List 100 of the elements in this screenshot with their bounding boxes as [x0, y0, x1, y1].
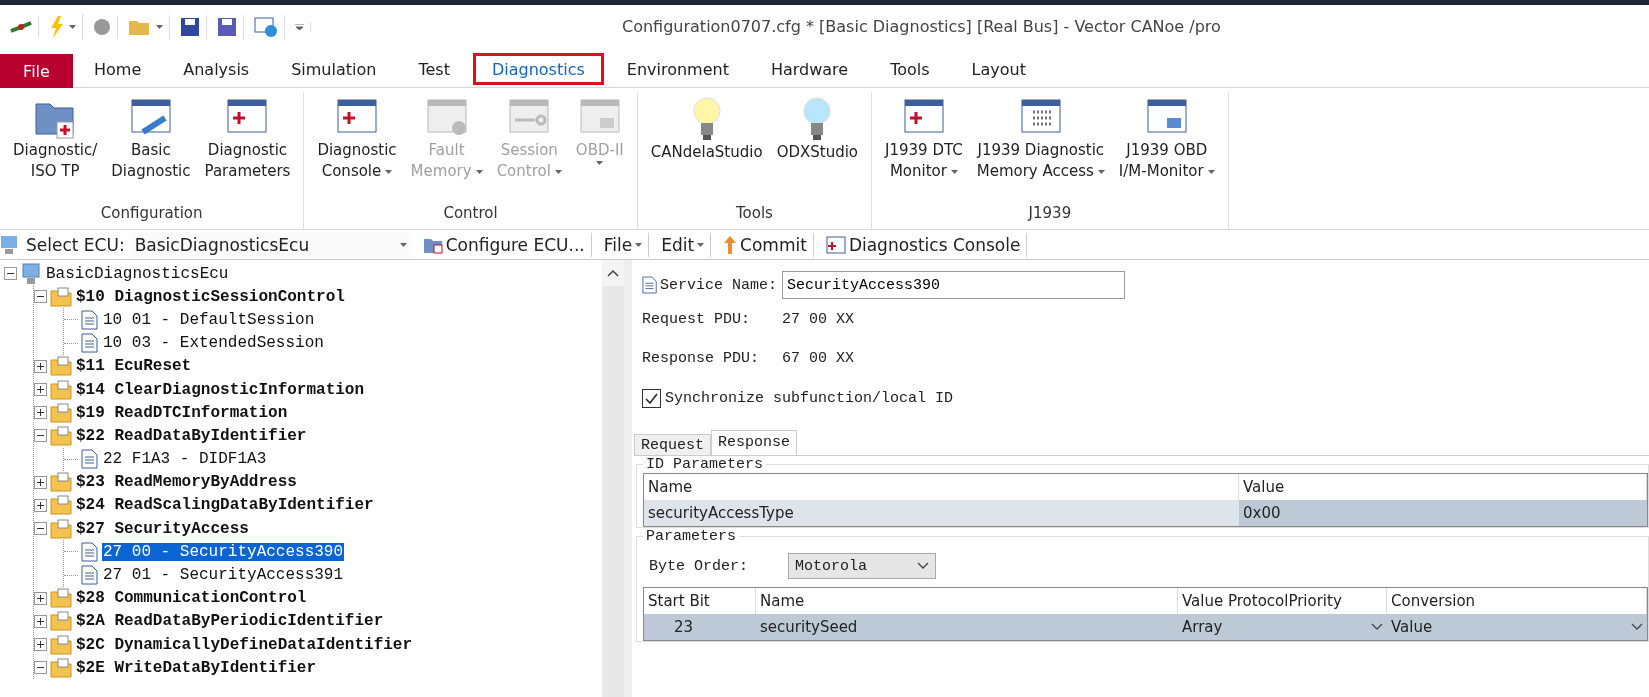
tree-item[interactable]: $23 ReadMemoryByAddress	[75, 473, 298, 492]
pdu-value: 67 00 XX	[782, 350, 854, 367]
expand-icon[interactable]	[34, 475, 47, 489]
caret-icon	[156, 24, 163, 29]
ribbon-tab[interactable]: Tools	[871, 53, 949, 85]
ribbon-button[interactable]: J1939 DTC Monitor	[878, 92, 970, 199]
tab[interactable]: Request	[634, 434, 711, 455]
tree-item[interactable]: BasicDiagnosticsEcu	[45, 264, 230, 283]
table-cell: securitySeed	[756, 614, 1178, 640]
expand-icon[interactable]	[34, 614, 47, 628]
folder-icon	[50, 657, 72, 678]
check-icon	[645, 392, 658, 404]
collapse-icon[interactable]	[34, 661, 47, 675]
toolbar-button[interactable]: Configure ECU...	[416, 232, 592, 257]
tree-item[interactable]: 10 01 - DefaultSession	[102, 310, 316, 329]
folder-icon	[50, 588, 72, 609]
save-as-icon	[217, 16, 237, 37]
tree-item[interactable]: 27 00 - SecurityAccess390	[102, 542, 345, 561]
table-cell[interactable]: Value	[1387, 614, 1647, 640]
expand-icon[interactable]	[34, 383, 47, 397]
tree-item[interactable]: $22 ReadDataByIdentifier	[75, 426, 308, 445]
ribbon-tab[interactable]: Home	[75, 53, 161, 85]
collapse-icon[interactable]	[4, 267, 17, 281]
window-title: Configuration0707.cfg * [Basic Diagnostics] [Real Bus] - Vector CANoe /pro	[622, 17, 1221, 36]
window-globe-icon	[254, 16, 278, 37]
ribbon-tab[interactable]: Analysis	[164, 53, 269, 85]
tree-item[interactable]: $14 ClearDiagnosticInformation	[75, 380, 366, 399]
expand-icon[interactable]	[34, 498, 47, 512]
ribbon-tab[interactable]: Diagnostics	[472, 53, 604, 85]
chevron-down-icon	[1371, 623, 1383, 631]
table-cell: 0x00	[1239, 500, 1647, 526]
toolbar-button[interactable]: Diagnostics Console	[819, 232, 1028, 257]
tree-item[interactable]: 27 01 - SecurityAccess391	[102, 566, 345, 585]
tree-item[interactable]: $2E WriteDataByIdentifier	[75, 658, 318, 677]
pdu-label: Request PDU:	[642, 311, 752, 328]
ribbon-tab[interactable]: Simulation	[272, 53, 396, 85]
expand-icon[interactable]	[34, 638, 47, 652]
scrollbar[interactable]	[602, 260, 624, 697]
collapse-icon[interactable]	[34, 290, 47, 304]
folder-icon	[50, 379, 72, 400]
ribbon-button[interactable]: CANdelaStudio	[643, 92, 770, 199]
table-cell[interactable]: Array	[1178, 614, 1387, 640]
menu-button[interactable]: Edit	[655, 232, 712, 257]
group-label: J1939	[1026, 203, 1073, 224]
service-name-label: Service Name:	[660, 276, 778, 294]
document-icon	[81, 541, 99, 562]
upload-arrow-icon	[723, 234, 738, 255]
tree-item[interactable]: $24 ReadScalingDataByIdentifier	[75, 496, 375, 515]
ribbon-tab[interactable]: Environment	[607, 53, 748, 85]
scroll-up-icon[interactable]	[607, 269, 619, 277]
ribbon-tab[interactable]: Test	[399, 53, 469, 85]
folder-icon	[50, 472, 72, 493]
save-icon	[180, 16, 200, 37]
menu-button[interactable]: File	[597, 232, 650, 257]
window-plus-icon	[825, 235, 846, 254]
group-label: Configuration	[99, 203, 204, 224]
tree-item[interactable]: $27 SecurityAccess	[75, 519, 250, 538]
stop-icon	[93, 17, 111, 36]
customize-icon	[295, 23, 304, 30]
pdu-value: 27 00 XX	[782, 311, 854, 328]
pdu-label: Response PDU:	[642, 350, 761, 367]
byte-order-dropdown[interactable]: Motorola	[788, 553, 937, 579]
select-ecu-label: Select ECU:	[26, 234, 125, 255]
folder-icon	[50, 286, 72, 307]
tab[interactable]: Response	[711, 430, 798, 455]
collapse-icon[interactable]	[34, 522, 47, 536]
folder-icon	[50, 425, 72, 446]
ribbon-tab[interactable]: Layout	[952, 53, 1045, 85]
file-tab[interactable]: File	[0, 54, 73, 88]
ribbon-button[interactable]: Basic Diagnostic	[104, 92, 198, 199]
tree-item[interactable]: $11 EcuReset	[75, 357, 193, 376]
service-name-field[interactable]: SecurityAccess390	[782, 271, 1126, 299]
caret-icon	[635, 242, 643, 247]
ribbon-button[interactable]: Diagnostic/ ISO TP	[6, 92, 105, 199]
ribbon-button[interactable]: ODXStudio	[769, 92, 866, 199]
tree-item[interactable]: 22 F1A3 - DIDF1A3	[102, 450, 268, 469]
ribbon-tab[interactable]: Hardware	[751, 53, 868, 85]
toolbar-button[interactable]: Commit	[717, 232, 814, 257]
expand-icon[interactable]	[34, 359, 47, 373]
folder-icon	[50, 495, 72, 516]
expand-icon[interactable]	[34, 591, 47, 605]
expand-icon[interactable]	[34, 406, 47, 420]
ribbon-button[interactable]: Diagnostic Console	[310, 92, 404, 199]
ribbon-button[interactable]: J1939 OBD I/M-Monitor	[1111, 92, 1222, 199]
group-label: Control	[442, 203, 499, 224]
caret-icon	[697, 242, 705, 247]
tree-item[interactable]: $2A ReadDataByPeriodicIdentifier	[75, 612, 385, 631]
tree-item[interactable]: $2C DynamicallyDefineDataIdentifier	[75, 635, 414, 654]
tree-item[interactable]: $19 ReadDTCInformation	[75, 403, 289, 422]
tree-item[interactable]: $10 DiagnosticSessionControl	[75, 287, 346, 306]
caret-icon	[399, 242, 407, 247]
ribbon-button[interactable]: J1939 Diagnostic Memory Access	[969, 92, 1112, 199]
sync-checkbox[interactable]	[642, 388, 661, 408]
tree-item[interactable]: 10 03 - ExtendedSession	[102, 334, 325, 353]
ecu-dropdown[interactable]: BasicDiagnosticsEcu	[130, 231, 411, 258]
collapse-icon[interactable]	[34, 429, 47, 443]
light-bulb-icon	[691, 96, 722, 142]
tree-item[interactable]: $28 CommunicationControl	[75, 589, 308, 608]
group-label: Tools	[734, 203, 774, 224]
ribbon-button[interactable]: Diagnostic Parameters	[197, 92, 298, 199]
